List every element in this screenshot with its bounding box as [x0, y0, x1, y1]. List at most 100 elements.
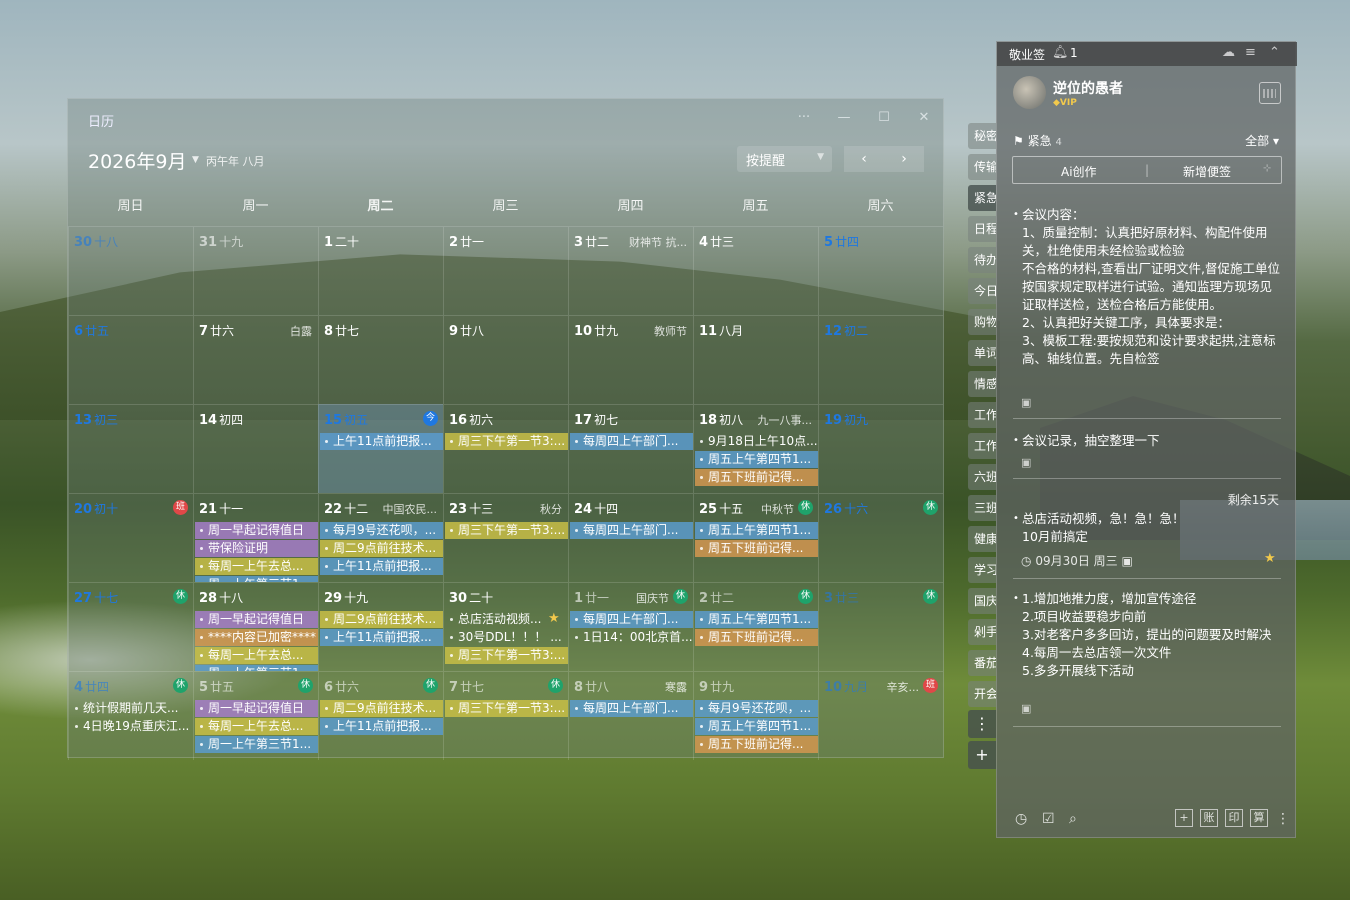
new-note-button[interactable]: 新增便签 — [1183, 163, 1231, 180]
category-tab[interactable]: 日程 — [968, 216, 996, 242]
day-cell[interactable]: 25 十五 中秋节休周五上午第四节1... 周五下班前记得... — [693, 493, 818, 582]
print-box-button[interactable]: 印 — [1225, 809, 1243, 827]
day-cell[interactable]: 26 十六 休 — [818, 493, 943, 582]
event-item[interactable]: 每月9号还花呗，... — [695, 700, 818, 717]
category-tab[interactable]: 待办 — [968, 247, 996, 273]
event-item[interactable]: 周二9点前往技术... — [320, 700, 443, 717]
event-item[interactable]: 周一上午第三节1... — [195, 736, 318, 753]
bell-icon[interactable]: 🔔︎ — [1052, 45, 1069, 60]
day-cell[interactable]: 5 廿五 休周一早起记得值日 每周一上午去总... 周一上午第三节1... — [193, 671, 318, 760]
history-icon[interactable]: ◷ — [1015, 811, 1027, 827]
day-cell[interactable]: 6 廿五 — [68, 315, 193, 404]
maximize-icon[interactable]: ☐ — [873, 108, 895, 128]
event-item[interactable]: 9月18日上午10点... — [695, 433, 818, 450]
day-cell[interactable]: 3 廿三 休 — [818, 582, 943, 671]
day-cell[interactable]: 10 廿九 教师节 — [568, 315, 693, 404]
category-tab[interactable]: 番茄 — [968, 650, 996, 676]
day-cell[interactable]: 9 廿九 每月9号还花呗，... 周五上午第四节1... 周五下班前记得... — [693, 671, 818, 760]
event-item[interactable]: 周五下班前记得... — [695, 469, 818, 486]
day-cell[interactable]: 2 廿一 — [443, 226, 568, 315]
event-item[interactable]: 每周四上午部门... — [570, 522, 693, 539]
day-cell[interactable]: 30 十八 — [68, 226, 193, 315]
category-tab[interactable]: 国庆 — [968, 588, 996, 614]
filter-dropdown[interactable]: 全部 ▾ — [1245, 132, 1279, 149]
day-cell[interactable]: 13 初三 — [68, 404, 193, 493]
day-cell[interactable]: 22 十二 中国农民... 每月9号还花呗，... 周二9点前往技术... 上午11点前把… — [318, 493, 443, 582]
event-item[interactable]: 每周一上午去总... — [195, 558, 318, 575]
day-cell[interactable]: 14 初四 — [193, 404, 318, 493]
event-item[interactable]: 周五上午第四节1... — [695, 451, 818, 468]
event-item[interactable]: ****内容已加密**** — [195, 629, 318, 646]
event-item[interactable]: 每周四上午部门... — [570, 433, 693, 450]
event-item[interactable]: 4日晚19点重庆江... — [70, 718, 193, 735]
add-tab-icon[interactable]: + — [968, 741, 996, 769]
note-item[interactable]: • 1.增加地推力度，增加宣传途径 2.项目收益要稳步向前 3.对老客户多多回访… — [1013, 590, 1281, 680]
day-cell[interactable]: 4 廿三 — [693, 226, 818, 315]
note-item[interactable]: • 总店活动视频，急！急！急！ 10月前搞定 — [1013, 510, 1281, 546]
event-item[interactable]: 周五下班前记得... — [695, 540, 818, 557]
calendar-icon[interactable] — [1259, 82, 1281, 104]
category-header[interactable]: ⚑ 紧急 4 — [1013, 132, 1062, 149]
note-item[interactable]: • 会议记录，抽空整理一下 — [1013, 432, 1281, 450]
sort-select[interactable]: 按提醒 ▼ — [737, 146, 832, 172]
day-cell[interactable]: 21十一周一早起记得值日带保险证明每周一上午去总...周一上午第三节1... — [193, 493, 318, 582]
prev-month-button[interactable]: ‹ — [844, 146, 884, 172]
day-cell[interactable]: 28十八周一早起记得值日****内容已加密****每周一上午去总...周一上午第… — [193, 582, 318, 671]
event-item[interactable]: 周三下午第一节3:... — [445, 433, 568, 450]
more-tabs-icon[interactable]: ⋮ — [968, 710, 996, 738]
note-item[interactable]: • 会议内容： 1、质量控制：认真把好原材料、构配件使用关，杜绝使用未经检验或检… — [1013, 206, 1281, 386]
add-box-button[interactable]: + — [1175, 809, 1193, 827]
day-cell[interactable]: 29 十九 周二9点前往技术... 上午11点前把报... — [318, 582, 443, 671]
day-cell[interactable]: 10 九月 辛亥... 班 — [818, 671, 943, 760]
category-tab[interactable]: 开会 — [968, 681, 996, 707]
more-icon[interactable]: ··· — [793, 108, 815, 128]
day-cell[interactable]: 12 初二 — [818, 315, 943, 404]
day-cell[interactable]: 17 初七 每周四上午部门... — [568, 404, 693, 493]
day-cell[interactable]: 31 十九 — [193, 226, 318, 315]
event-item[interactable]: 周二9点前往技术... — [320, 611, 443, 628]
next-month-button[interactable]: › — [884, 146, 924, 172]
day-cell[interactable]: 19 初九 — [818, 404, 943, 493]
event-item[interactable]: 上午11点前把报... — [320, 629, 443, 646]
event-item[interactable]: 上午11点前把报... — [320, 558, 443, 575]
event-item[interactable]: 周三下午第一节3:... — [445, 522, 568, 539]
day-cell[interactable]: 1 二十 — [318, 226, 443, 315]
event-item[interactable]: 周五下班前记得... — [695, 736, 818, 753]
category-tab[interactable]: 秘密 — [968, 123, 996, 149]
category-tab[interactable]: 学习 — [968, 557, 996, 583]
category-tab[interactable]: 六班 — [968, 464, 996, 490]
day-cell[interactable]: 20 初十 班 — [68, 493, 193, 582]
category-tab[interactable]: 工作 — [968, 433, 996, 459]
event-item[interactable]: 每周四上午部门... — [570, 611, 693, 628]
day-cell[interactable]: 9 廿八 — [443, 315, 568, 404]
event-item[interactable]: 上午11点前把报... — [320, 718, 443, 735]
event-item[interactable]: 1日14：00北京首... — [570, 629, 693, 646]
day-cell[interactable]: 6 廿六 休周二9点前往技术... 上午11点前把报... — [318, 671, 443, 760]
day-cell[interactable]: 30 二十 总店活动视频... ★ 30号DDL！！！ ... 周三下午第一节3:... — [443, 582, 568, 671]
category-tab[interactable]: 购物 — [968, 309, 996, 335]
event-item[interactable]: 每周四上午部门... — [570, 700, 693, 717]
ai-create-button[interactable]: Ai创作 — [1061, 163, 1097, 180]
more-icon[interactable]: ⋮ — [1276, 811, 1290, 827]
event-item[interactable]: 周三下午第一节3:... — [445, 700, 568, 717]
event-item[interactable]: 周一早起记得值日 — [195, 522, 318, 539]
day-cell[interactable]: 8 廿七 — [318, 315, 443, 404]
day-cell[interactable]: 7 廿六 白露 — [193, 315, 318, 404]
account-box-button[interactable]: 账 — [1200, 809, 1218, 827]
day-cell[interactable]: 24 十四 每周四上午部门... — [568, 493, 693, 582]
category-tab[interactable]: 三班 — [968, 495, 996, 521]
star-icon[interactable]: ★ — [1264, 551, 1276, 566]
category-tab[interactable]: 传输 — [968, 154, 996, 180]
day-cell[interactable]: 2 廿二 休周五上午第四节1... 周五下班前记得... — [693, 582, 818, 671]
category-tab[interactable]: 工作 — [968, 402, 996, 428]
event-item[interactable]: 带保险证明 — [195, 540, 318, 557]
day-cell[interactable]: 7 廿七 休周三下午第一节3:... — [443, 671, 568, 760]
event-item[interactable]: 周一早起记得值日 — [195, 700, 318, 717]
day-cell[interactable]: 16 初六 周三下午第一节3:... — [443, 404, 568, 493]
day-cell[interactable]: 8 廿八 寒露 每周四上午部门... — [568, 671, 693, 760]
category-tab[interactable]: 情感 — [968, 371, 996, 397]
category-tab[interactable]: 单词 — [968, 340, 996, 366]
day-cell[interactable]: 18 初八 九一八事... 9月18日上午10点... 周五上午第四节1... 周五下班前… — [693, 404, 818, 493]
cloud-sync-icon[interactable]: ☁ — [1222, 45, 1235, 60]
event-item[interactable]: 每周一上午去总... — [195, 647, 318, 664]
